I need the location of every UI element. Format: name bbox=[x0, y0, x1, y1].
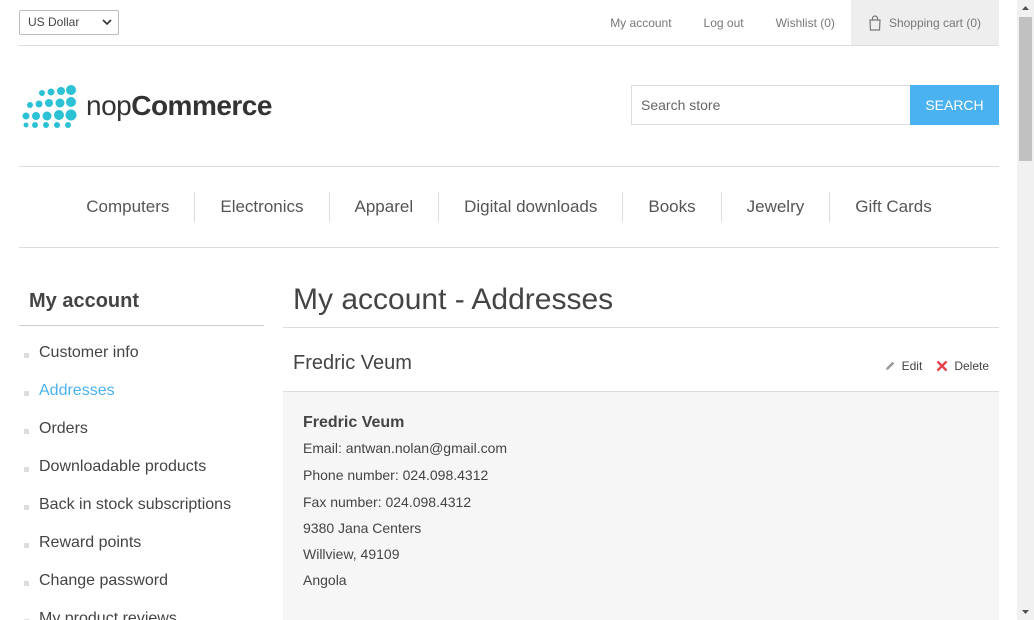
sidebar-item-orders[interactable]: Orders bbox=[19, 412, 264, 450]
page-title: My account - Addresses bbox=[283, 276, 999, 328]
address-country: Angola bbox=[303, 572, 347, 588]
menu-item-digital-downloads[interactable]: Digital downloads bbox=[438, 192, 622, 222]
category-menu: Computers Electronics Apparel Digital do… bbox=[19, 166, 999, 248]
edit-address-button[interactable]: Edit bbox=[884, 359, 923, 373]
menu-item-computers[interactable]: Computers bbox=[61, 192, 194, 222]
currency-selected-value: US Dollar bbox=[28, 15, 80, 29]
search-input[interactable]: Search store bbox=[631, 85, 911, 125]
sidebar-item-customer-info[interactable]: Customer info bbox=[19, 336, 264, 374]
search-button[interactable]: SEARCH bbox=[910, 85, 999, 125]
logout-link[interactable]: Log out bbox=[688, 16, 760, 30]
pencil-icon bbox=[885, 361, 894, 370]
wishlist-link[interactable]: Wishlist (0) bbox=[760, 16, 851, 30]
logo-dots-icon bbox=[22, 85, 77, 128]
address-city-zip: Willview, 49109 bbox=[303, 546, 400, 562]
sidebar-item-downloadable-products[interactable]: Downloadable products bbox=[19, 450, 264, 488]
address-header: Fredric Veum Edit Delete bbox=[283, 338, 999, 392]
search-placeholder: Search store bbox=[641, 97, 721, 113]
sidebar-item-my-product-reviews[interactable]: My product reviews bbox=[19, 602, 264, 620]
vertical-scrollbar[interactable] bbox=[1017, 0, 1034, 620]
currency-selector[interactable]: US Dollar bbox=[19, 10, 119, 35]
address-phone: Phone number: 024.098.4312 bbox=[303, 467, 489, 483]
scrollbar-thumb[interactable] bbox=[1019, 17, 1032, 161]
menu-item-electronics[interactable]: Electronics bbox=[194, 192, 328, 222]
close-icon bbox=[936, 360, 948, 372]
sidebar-item-reward-points[interactable]: Reward points bbox=[19, 526, 264, 564]
menu-item-apparel[interactable]: Apparel bbox=[328, 192, 439, 222]
menu-item-books[interactable]: Books bbox=[622, 192, 720, 222]
sidebar-item-change-password[interactable]: Change password bbox=[19, 564, 264, 602]
sidebar-title: My account bbox=[19, 276, 264, 326]
edit-label: Edit bbox=[901, 359, 923, 373]
my-account-link[interactable]: My account bbox=[594, 16, 687, 30]
shopping-bag-icon bbox=[869, 14, 881, 31]
menu-item-jewelry[interactable]: Jewelry bbox=[720, 192, 830, 222]
address-actions: Edit Delete bbox=[884, 359, 989, 373]
store-logo[interactable]: nopCommerce bbox=[22, 84, 272, 128]
shopping-cart-label: Shopping cart (0) bbox=[888, 15, 981, 30]
logo-text: nopCommerce bbox=[86, 90, 272, 121]
menu-item-gift-cards[interactable]: Gift Cards bbox=[829, 192, 957, 222]
header-top-bar: US Dollar My account Log out Wishlist (0… bbox=[19, 0, 999, 46]
header-links: My account Log out Wishlist (0) Shopping… bbox=[594, 0, 999, 45]
delete-address-button[interactable]: Delete bbox=[936, 359, 989, 373]
address-name: Fredric Veum bbox=[303, 414, 405, 431]
address-title: Fredric Veum bbox=[293, 352, 412, 374]
address-fax: Fax number: 024.098.4312 bbox=[303, 494, 472, 510]
chevron-down-icon bbox=[102, 19, 112, 26]
shopping-cart-link[interactable]: Shopping cart (0) bbox=[850, 0, 999, 45]
delete-label: Delete bbox=[954, 359, 989, 373]
sidebar-nav: Customer info Addresses Orders Downloada… bbox=[19, 336, 264, 620]
scroll-down-arrow-icon[interactable] bbox=[1017, 603, 1034, 620]
sidebar-item-back-in-stock-subscriptions[interactable]: Back in stock subscriptions bbox=[19, 488, 264, 526]
address-email: Email: antwan.nolan@gmail.com bbox=[303, 440, 508, 456]
address-street: 9380 Jana Centers bbox=[303, 520, 422, 536]
sidebar-item-addresses[interactable]: Addresses bbox=[19, 374, 264, 412]
page: US Dollar My account Log out Wishlist (0… bbox=[19, 0, 999, 620]
scroll-up-arrow-icon[interactable] bbox=[1017, 0, 1034, 17]
address-details: Fredric Veum Email: antwan.nolan@gmail.c… bbox=[283, 392, 999, 620]
